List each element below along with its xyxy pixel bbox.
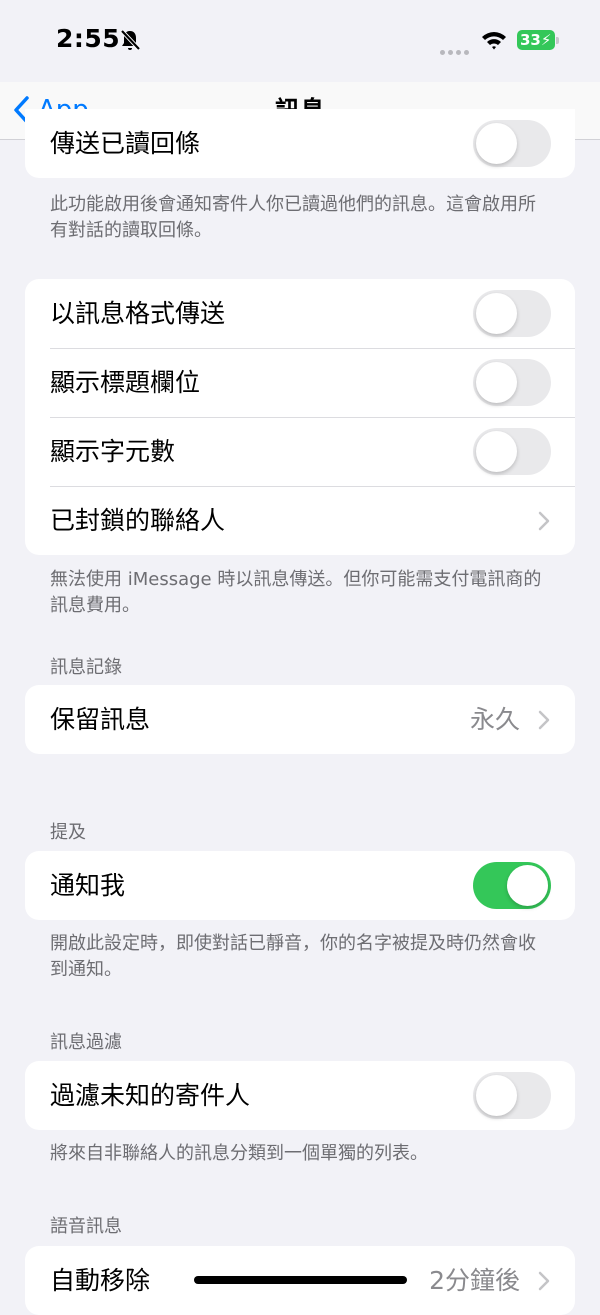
- show-subject-field-toggle[interactable]: [473, 359, 551, 406]
- battery-icon: 33⚡: [517, 30, 555, 50]
- message-filtering-card: 過濾未知的寄件人: [25, 1061, 575, 1130]
- filter-unknown-senders-toggle[interactable]: [473, 1072, 551, 1119]
- blocked-contacts-label: 已封鎖的聯絡人: [50, 506, 226, 535]
- status-bar: 2:55 33⚡: [0, 0, 600, 82]
- battery-cap: [556, 37, 559, 44]
- character-count-label: 顯示字元數: [50, 437, 176, 466]
- keep-messages-label: 保留訊息: [50, 705, 151, 734]
- mentions-footnote: 開啟此設定時，即使對話已靜音，你的名字被提及時仍然會收到通知。: [50, 933, 536, 980]
- send-as-sms-row[interactable]: 以訊息格式傳送: [25, 279, 575, 348]
- toggle-knob: [476, 362, 517, 403]
- filter-unknown-senders-row[interactable]: 過濾未知的寄件人: [25, 1061, 575, 1130]
- notify-me-toggle[interactable]: [473, 862, 551, 909]
- read-receipts-card: 傳送已讀回條: [25, 109, 575, 178]
- blocked-contacts-row[interactable]: 已封鎖的聯絡人: [25, 486, 575, 555]
- notify-me-row[interactable]: 通知我: [25, 851, 575, 920]
- mentions-header: 提及: [50, 822, 86, 843]
- chevron-right-icon: [538, 710, 550, 730]
- send-as-sms-label: 以訊息格式傳送: [50, 299, 226, 328]
- audio-expire-label: 自動移除: [50, 1266, 151, 1295]
- audio-expire-value: 2分鐘後: [429, 1266, 520, 1295]
- home-indicator[interactable]: [194, 1276, 407, 1284]
- read-receipts-row[interactable]: 傳送已讀回條: [25, 109, 575, 178]
- sms-settings-card: 以訊息格式傳送 顯示標題欄位 顯示字元數 已封鎖的聯絡人: [25, 279, 575, 555]
- filter-unknown-senders-label: 過濾未知的寄件人: [50, 1081, 251, 1110]
- show-subject-field-row[interactable]: 顯示標題欄位: [25, 348, 575, 417]
- mentions-card: 通知我: [25, 851, 575, 920]
- read-receipts-toggle[interactable]: [473, 120, 551, 167]
- message-history-card: 保留訊息 永久: [25, 685, 575, 754]
- audio-messages-header: 語音訊息: [50, 1216, 122, 1237]
- charging-bolt-icon: ⚡: [540, 31, 552, 49]
- toggle-knob: [507, 865, 548, 906]
- notify-me-label: 通知我: [50, 871, 126, 900]
- status-time: 2:55: [56, 24, 121, 53]
- show-subject-field-label: 顯示標題欄位: [50, 368, 201, 397]
- keep-messages-value: 永久: [469, 705, 520, 734]
- keep-messages-row[interactable]: 保留訊息 永久: [25, 685, 575, 754]
- character-count-toggle[interactable]: [473, 428, 551, 475]
- silent-mode-bell-icon: [118, 28, 142, 56]
- message-history-header: 訊息記錄: [50, 657, 122, 678]
- read-receipts-label: 傳送已讀回條: [50, 129, 201, 158]
- character-count-row[interactable]: 顯示字元數: [25, 417, 575, 486]
- cellular-signal-icon: [440, 40, 472, 59]
- chevron-right-icon: [538, 511, 550, 531]
- read-receipts-footnote: 此功能啟用後會通知寄件人你已讀過他們的訊息。這會啟用所有對話的讀取回條。: [50, 194, 536, 241]
- sms-footnote: 無法使用 iMessage 時以訊息傳送。但你可能需支付電訊商的訊息費用。: [50, 569, 542, 616]
- toggle-knob: [476, 431, 517, 472]
- message-filtering-header: 訊息過濾: [50, 1032, 122, 1053]
- send-as-sms-toggle[interactable]: [473, 290, 551, 337]
- battery-level: 33: [520, 31, 541, 49]
- toggle-knob: [476, 123, 517, 164]
- wifi-icon: [481, 30, 507, 54]
- toggle-knob: [476, 1075, 517, 1116]
- filtering-footnote: 將來自非聯絡人的訊息分類到一個單獨的列表。: [50, 1143, 428, 1164]
- chevron-right-icon: [538, 1271, 550, 1291]
- toggle-knob: [476, 293, 517, 334]
